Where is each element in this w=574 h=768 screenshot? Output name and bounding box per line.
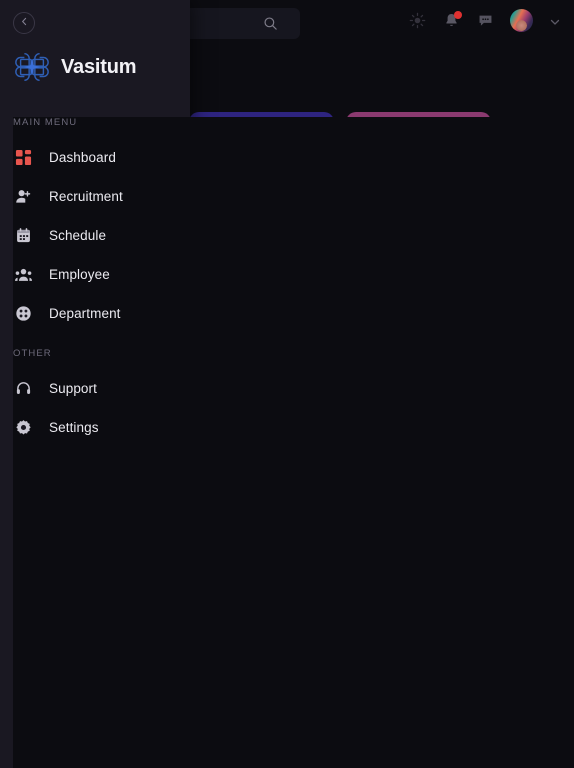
bell-icon[interactable] [442, 10, 462, 30]
sidebar-item-settings[interactable]: Settings [0, 408, 190, 447]
sidebar-back-button[interactable] [13, 12, 35, 34]
sidebar-item-label: Settings [49, 420, 99, 435]
sidebar-item-support[interactable]: Support [0, 369, 190, 408]
sidebar-item-department[interactable]: Department [0, 294, 190, 333]
chevron-left-icon [19, 14, 30, 32]
sidebar-section-other-label: OTHER [13, 348, 52, 359]
sidebar-item-label: Recruitment [49, 189, 123, 204]
calendar-icon [14, 226, 33, 245]
sidebar-item-recruitment[interactable]: Recruitment [0, 177, 190, 216]
sun-icon[interactable] [408, 12, 426, 30]
sidebar-item-employee[interactable]: Employee [0, 255, 190, 294]
chat-bubble-icon[interactable] [476, 12, 494, 30]
notification-badge [454, 10, 462, 19]
department-icon [14, 304, 33, 323]
brand: Vasitum [13, 48, 137, 86]
gear-icon [14, 418, 33, 437]
sidebar: Vasitum MAIN MENU Dashboard Recruitment … [0, 0, 574, 768]
grid-icon [14, 148, 33, 167]
topbar-actions [408, 9, 561, 32]
vasitum-logo-icon [13, 48, 51, 86]
sidebar-item-schedule[interactable]: Schedule [0, 216, 190, 255]
sidebar-other-nav: Support Settings [0, 369, 190, 447]
headset-icon [14, 379, 33, 398]
sidebar-main-nav: Dashboard Recruitment Schedule Employee … [0, 138, 190, 333]
sidebar-item-label: Employee [49, 267, 110, 282]
sidebar-item-label: Dashboard [49, 150, 116, 165]
dashboard-app: Total Application Jobs Open 10 4 Active … [0, 0, 574, 768]
sidebar-item-label: Department [49, 306, 121, 321]
sidebar-item-dashboard[interactable]: Dashboard [0, 138, 190, 177]
brand-name: Vasitum [61, 55, 137, 78]
sidebar-item-label: Schedule [49, 228, 107, 243]
chevron-down-icon[interactable] [549, 15, 561, 27]
sidebar-item-label: Support [49, 381, 97, 396]
avatar[interactable] [510, 9, 533, 32]
user-plus-icon [14, 187, 33, 206]
search-icon[interactable] [263, 16, 278, 31]
people-icon [14, 265, 33, 284]
